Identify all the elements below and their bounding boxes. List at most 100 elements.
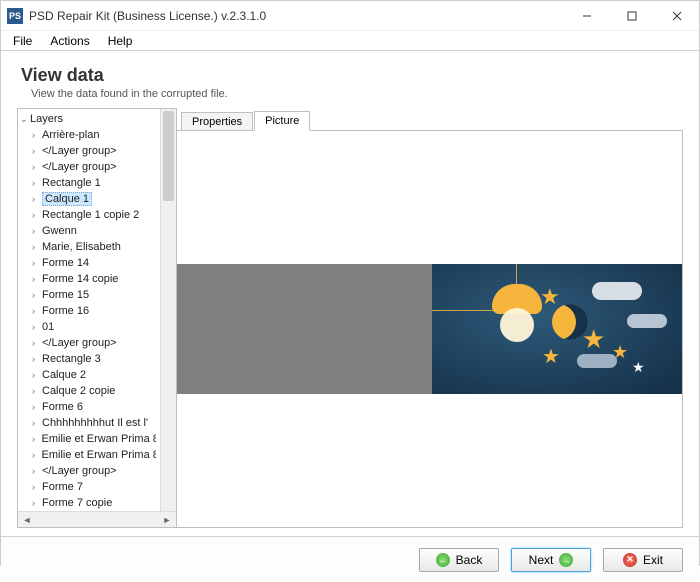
tree-item[interactable]: ›Rectangle 3 [18, 351, 160, 367]
chevron-down-icon: ⌄ [20, 114, 30, 125]
tree-item-label: Forme 15 [42, 289, 89, 301]
tree-item[interactable]: ›Rectangle 1 copie 2 [18, 207, 160, 223]
tree-item[interactable]: ›Calque 1 [18, 191, 160, 207]
decor-star: ★ [540, 284, 560, 310]
tree-item[interactable]: ›Forme 14 [18, 255, 160, 271]
chevron-right-icon: › [32, 226, 42, 236]
app-icon: PS [7, 8, 23, 24]
tree-item-label: Forme 16 [42, 305, 89, 317]
picture-preview: ★ ★ ★ ★ ★ [177, 264, 682, 394]
tree-item[interactable]: ›</Layer group> [18, 335, 160, 351]
chevron-right-icon: › [32, 306, 42, 316]
tree-item[interactable]: ›01 [18, 319, 160, 335]
chevron-right-icon: › [32, 322, 42, 332]
chevron-right-icon: › [32, 130, 42, 140]
tree-item[interactable]: ›Marie, Elisabeth [18, 239, 160, 255]
tree-item[interactable]: ›Emilie et Erwan Prima 8t [18, 447, 160, 463]
tree-root-label: Layers [30, 113, 63, 125]
minimize-button[interactable] [564, 1, 609, 30]
tree-item[interactable]: ›Forme 7 copie [18, 495, 160, 511]
chevron-right-icon: › [32, 290, 42, 300]
tree-item-label: 01 [42, 321, 54, 333]
tab-picture[interactable]: Picture [254, 111, 310, 131]
tree-item[interactable]: ›Arrière-plan [18, 127, 160, 143]
tree-item[interactable]: ›Calque 2 copie [18, 383, 160, 399]
tree-item[interactable]: ›Emilie et Erwan Prima 8t [18, 431, 160, 447]
tree-item[interactable]: ›</Layer group> [18, 159, 160, 175]
decor-star: ★ [582, 324, 605, 355]
chevron-right-icon: › [32, 162, 42, 172]
tree-item-label: </Layer group> [42, 337, 117, 349]
scroll-left-icon[interactable]: ◄ [20, 515, 34, 525]
chevron-right-icon: › [32, 194, 42, 204]
layers-tree[interactable]: ⌄Layers›Arrière-plan›</Layer group>›</La… [18, 109, 160, 511]
decor-star: ★ [542, 344, 560, 369]
menu-bar: File Actions Help [1, 31, 699, 51]
menu-actions[interactable]: Actions [42, 32, 97, 50]
chevron-right-icon: › [32, 434, 42, 444]
tree-item-label: Forme 14 copie [42, 273, 118, 285]
wizard-footer: ← Back Next → ✕ Exit [1, 536, 699, 582]
tree-item-label: Emilie et Erwan Prima 8t [42, 433, 157, 445]
tree-item[interactable]: ›Calque 2 [18, 367, 160, 383]
preview-panel: Properties Picture ★ ★ [177, 108, 683, 528]
chevron-right-icon: › [32, 354, 42, 364]
maximize-button[interactable] [609, 1, 654, 30]
chevron-right-icon: › [32, 338, 42, 348]
tree-item-label: Emilie et Erwan Prima 8t [42, 449, 157, 461]
tree-item[interactable]: ›Forme 7 [18, 479, 160, 495]
close-icon: ✕ [623, 553, 637, 567]
scroll-right-icon[interactable]: ► [160, 515, 174, 525]
tree-item-label: Gwenn [42, 225, 77, 237]
back-button[interactable]: ← Back [419, 548, 499, 572]
tab-content: ★ ★ ★ ★ ★ [177, 130, 683, 528]
tree-root[interactable]: ⌄Layers [18, 111, 160, 127]
chevron-right-icon: › [32, 418, 42, 428]
decor-cloud [592, 282, 642, 300]
tab-properties[interactable]: Properties [181, 112, 253, 131]
tree-item[interactable]: ›</Layer group> [18, 463, 160, 479]
page-subtitle: View the data found in the corrupted fil… [31, 88, 683, 100]
tree-item[interactable]: ›Forme 16 [18, 303, 160, 319]
tree-item-label: Forme 14 [42, 257, 89, 269]
tree-item[interactable]: ›Rectangle 1 [18, 175, 160, 191]
menu-help[interactable]: Help [100, 32, 141, 50]
arrow-right-icon: → [559, 553, 573, 567]
chevron-right-icon: › [32, 466, 42, 476]
tab-strip: Properties Picture [177, 108, 683, 130]
chevron-right-icon: › [32, 498, 42, 508]
tree-item-label: Calque 2 [42, 369, 86, 381]
chevron-right-icon: › [32, 370, 42, 380]
decor-star: ★ [612, 342, 628, 363]
tree-item[interactable]: ›Forme 14 copie [18, 271, 160, 287]
tree-item[interactable]: ›Forme 6 [18, 399, 160, 415]
tree-item-label: Marie, Elisabeth [42, 241, 121, 253]
tree-item-label: Calque 1 [42, 192, 92, 206]
arrow-left-icon: ← [436, 553, 450, 567]
layer-image: ★ ★ ★ ★ ★ [432, 264, 682, 394]
chevron-right-icon: › [32, 386, 42, 396]
chevron-right-icon: › [32, 482, 42, 492]
tree-item-label: Chhhhhhhhhut Il est l' [42, 417, 148, 429]
decor-star: ★ [632, 359, 645, 376]
tree-item[interactable]: ›</Layer group> [18, 143, 160, 159]
chevron-right-icon: › [32, 402, 42, 412]
tree-item-label: Forme 7 [42, 481, 83, 493]
tree-item[interactable]: ›Forme 15 [18, 287, 160, 303]
chevron-right-icon: › [32, 258, 42, 268]
scrollbar-thumb[interactable] [163, 111, 174, 201]
next-button[interactable]: Next → [511, 548, 591, 572]
page-title: View data [21, 65, 683, 86]
menu-file[interactable]: File [5, 32, 40, 50]
tree-scrollbar-vertical[interactable] [160, 109, 176, 511]
tree-item-label: Rectangle 1 [42, 177, 101, 189]
exit-button[interactable]: ✕ Exit [603, 548, 683, 572]
chevron-right-icon: › [32, 450, 42, 460]
tree-item[interactable]: ›Chhhhhhhhhut Il est l' [18, 415, 160, 431]
decor-cloud [627, 314, 667, 328]
chevron-right-icon: › [32, 178, 42, 188]
close-button[interactable] [654, 1, 699, 30]
window-controls [564, 1, 699, 30]
tree-item[interactable]: ›Gwenn [18, 223, 160, 239]
tree-scrollbar-horizontal[interactable]: ◄ ► [18, 511, 176, 527]
